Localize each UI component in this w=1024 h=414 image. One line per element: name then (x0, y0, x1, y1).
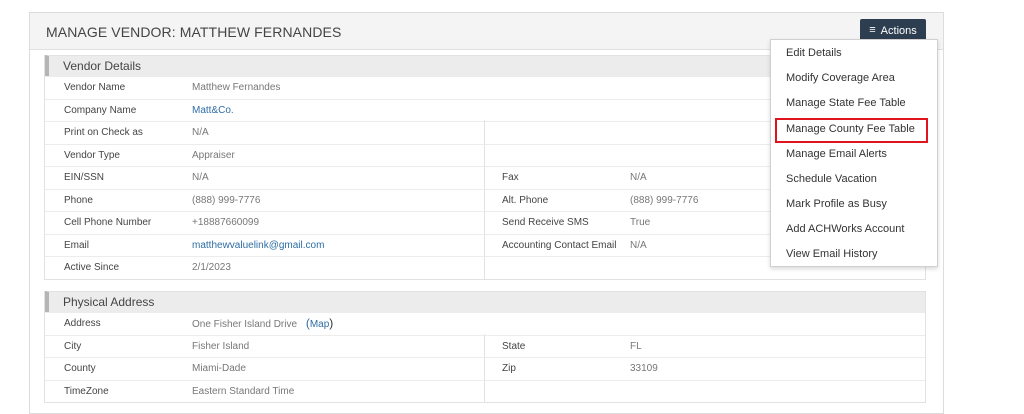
hamburger-icon: ≡ (869, 24, 876, 36)
menu-item-add-achworks-account[interactable]: Add ACHWorks Account (786, 223, 904, 235)
field-label: Send Receive SMS (502, 217, 589, 228)
email-link[interactable]: matthewvaluelink@gmail.com (192, 235, 324, 257)
field-label: Zip (502, 363, 516, 374)
table-row: City Fisher Island State FL (45, 334, 925, 358)
map-link[interactable]: Map (310, 319, 329, 330)
close-paren: ) (329, 316, 334, 330)
field-value: Matthew Fernandes (192, 82, 281, 93)
field-label: EIN/SSN (64, 172, 105, 183)
field-value: True (630, 217, 651, 228)
field-value: 33109 (630, 363, 658, 374)
menu-item-manage-county-fee-table[interactable]: Manage County Fee Table (786, 123, 915, 135)
actions-label: Actions (880, 24, 917, 37)
field-value: Eastern Standard Time (192, 385, 295, 397)
field-value: 2/1/2023 (192, 262, 231, 273)
field-label: City (64, 340, 82, 352)
menu-item-mark-profile-busy[interactable]: Mark Profile as Busy (786, 198, 887, 210)
field-label: Email (64, 239, 90, 251)
field-label: Vendor Name (64, 82, 126, 93)
page-title: MANAGE VENDOR: MATTHEW FERNANDES (46, 24, 342, 40)
menu-item-modify-coverage-area[interactable]: Modify Coverage Area (786, 72, 895, 84)
table-row: Address One Fisher Island Drive (Map) (45, 312, 925, 335)
menu-item-edit-details[interactable]: Edit Details (786, 47, 842, 59)
field-value: N/A (192, 127, 209, 138)
menu-item-schedule-vacation[interactable]: Schedule Vacation (786, 173, 877, 185)
field-label: State (502, 340, 526, 352)
physical-address-section: Physical Address Address One Fisher Isla… (44, 291, 926, 403)
field-label: TimeZone (64, 385, 109, 397)
actions-dropdown-menu: Edit Details Modify Coverage Area Manage… (770, 39, 938, 267)
section-title: Physical Address (45, 291, 925, 312)
menu-item-view-email-history[interactable]: View Email History (786, 248, 878, 260)
field-value: (888) 999-7776 (192, 194, 261, 206)
field-label: Accounting Contact Email (502, 239, 617, 251)
field-value: FL (630, 340, 642, 352)
field-value: N/A (630, 172, 647, 183)
field-value: N/A (630, 239, 647, 251)
field-value: (888) 999-7776 (630, 194, 699, 206)
field-label: Address (64, 318, 101, 329)
field-label: Active Since (64, 262, 120, 273)
field-label: Phone (64, 194, 93, 206)
menu-item-manage-email-alerts[interactable]: Manage Email Alerts (786, 148, 887, 160)
field-label: Cell Phone Number (64, 217, 152, 228)
field-value: Appraiser (192, 149, 235, 161)
field-value: Fisher Island (192, 340, 250, 352)
field-label: County (64, 363, 96, 374)
field-value: Miami-Dade (192, 363, 246, 374)
field-label: Vendor Type (64, 149, 120, 161)
field-value: +18887660099 (192, 217, 260, 228)
table-row: County Miami-Dade Zip 33109 (45, 357, 925, 380)
table-row: TimeZone Eastern Standard Time (45, 379, 925, 403)
field-label: Alt. Phone (502, 194, 549, 206)
company-name-link[interactable]: Matt&Co. (192, 100, 234, 122)
menu-item-manage-state-fee-table[interactable]: Manage State Fee Table (786, 97, 906, 109)
field-label: Company Name (64, 104, 137, 116)
field-label: Fax (502, 172, 519, 183)
field-value: N/A (192, 172, 209, 183)
address-value: One Fisher Island Drive (Map) (192, 313, 333, 336)
field-label: Print on Check as (64, 127, 143, 138)
field-value: One Fisher Island Drive (192, 319, 298, 330)
